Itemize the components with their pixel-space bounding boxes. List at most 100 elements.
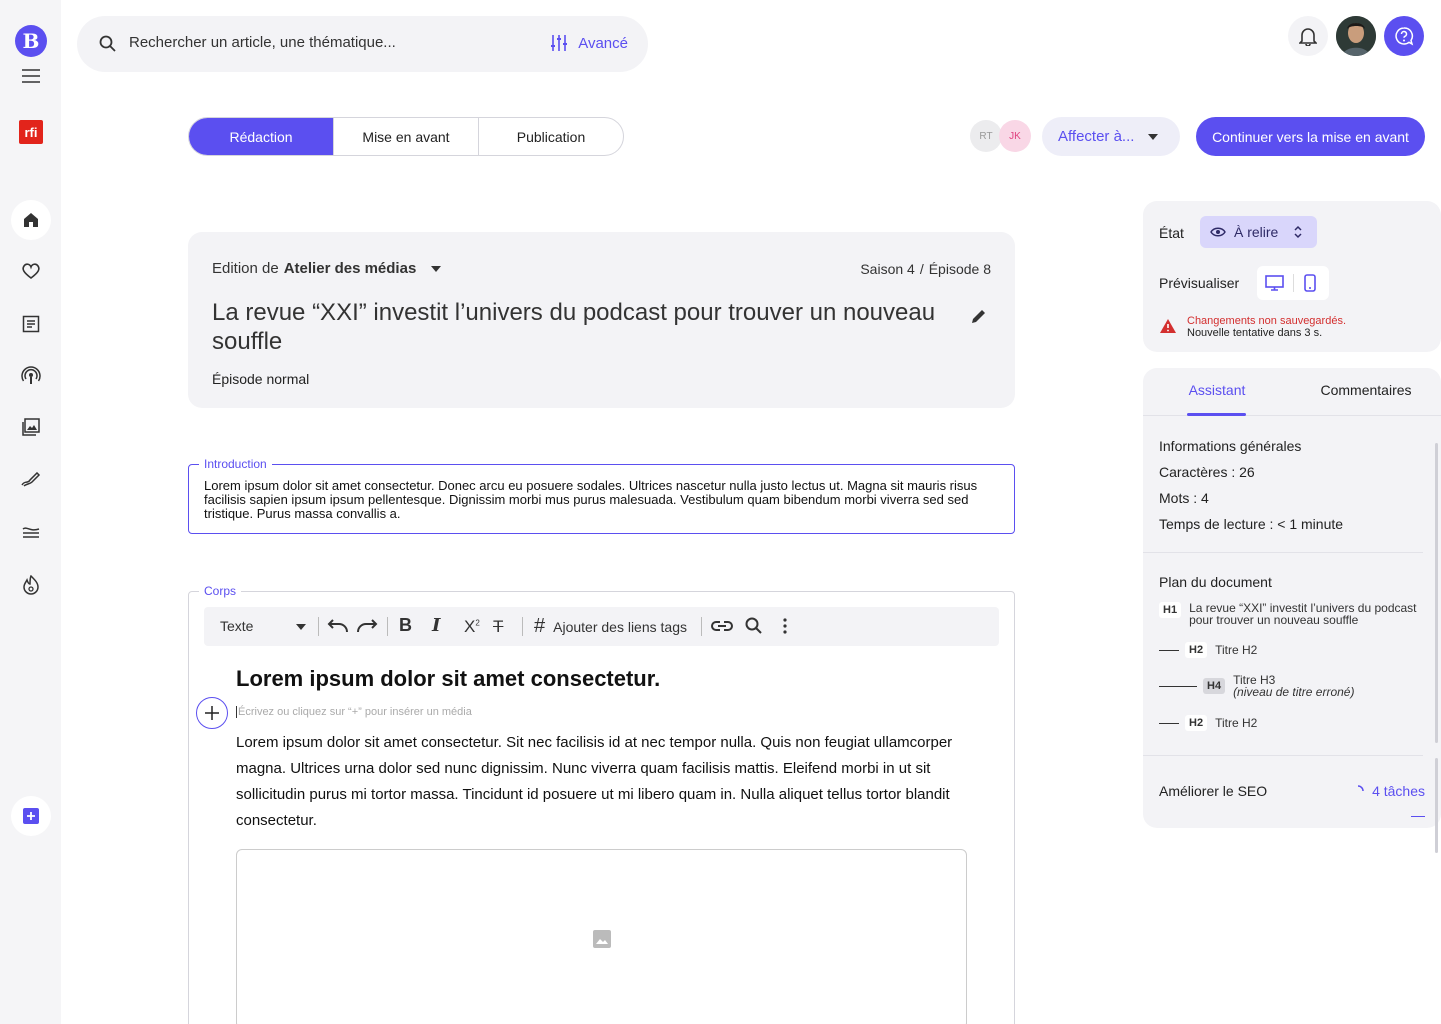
indent-line [1159, 649, 1179, 651]
assignee-avatar[interactable]: JK [999, 120, 1031, 152]
insert-media-button[interactable] [196, 697, 228, 729]
tab-publication[interactable]: Publication [479, 118, 623, 155]
hashtag-icon: # [534, 615, 546, 637]
media-placeholder[interactable] [236, 849, 967, 1024]
italic-icon[interactable]: I [432, 615, 440, 636]
introduction-field[interactable]: Introduction Lorem ipsum dolor sit amet … [188, 457, 1015, 534]
editor-toolbar: Texte B I X2 T # Ajouter des liens tags [204, 607, 999, 646]
season: Saison 4 [860, 261, 915, 277]
article-icon[interactable] [11, 304, 51, 344]
indent-line [1159, 685, 1197, 687]
preview-label: Prévisualiser [1159, 275, 1240, 291]
add-content-icon[interactable] [11, 796, 51, 836]
seo-tasks-button[interactable]: 4 tâches [1352, 783, 1425, 799]
plan-item-text: Titre H2 [1215, 643, 1258, 657]
caret-down-icon [1148, 134, 1158, 140]
avatar[interactable] [1336, 16, 1376, 56]
scrollbar[interactable] [1435, 443, 1438, 743]
plan-item[interactable]: H2 Titre H2 [1159, 642, 1257, 658]
link-icon[interactable] [711, 619, 733, 633]
podcast-icon[interactable] [11, 356, 51, 396]
info-title: Informations générales [1159, 438, 1302, 454]
undo-icon[interactable] [327, 619, 349, 633]
assistant-panel: Assistant Commentaires Informations géné… [1143, 368, 1441, 853]
episode: Épisode 8 [928, 261, 991, 277]
state-select[interactable]: À relire [1200, 216, 1317, 248]
signature-icon[interactable] [11, 460, 51, 500]
plus-icon [205, 706, 219, 720]
article-title: La revue “XXI” investit l’univers du pod… [212, 299, 936, 355]
chevron-updown-icon [1294, 225, 1302, 239]
redo-icon[interactable] [356, 619, 378, 633]
assign-dropdown[interactable]: Affecter à... [1042, 117, 1180, 156]
body-paragraph[interactable]: Lorem ipsum dolor sit amet consectetur. … [236, 730, 956, 834]
mobile-icon[interactable] [1304, 274, 1316, 292]
scrollbar[interactable] [1435, 758, 1438, 853]
brand-logo[interactable]: rfi [19, 120, 43, 144]
edition-selector[interactable]: Edition de Atelier des médias [212, 260, 442, 277]
warning-icon [1160, 319, 1176, 333]
add-tags-button[interactable]: # Ajouter des liens tags [534, 615, 687, 638]
edit-pencil-icon[interactable] [971, 308, 987, 324]
episode-type: Épisode normal [212, 371, 310, 387]
char-count: Caractères : 26 [1159, 464, 1255, 480]
separator: / [919, 261, 924, 277]
notifications-button[interactable] [1288, 16, 1328, 56]
superscript-icon[interactable]: X2 [464, 617, 480, 637]
search-input[interactable] [129, 34, 529, 51]
plan-item-note: (niveau de titre erroné) [1233, 685, 1355, 699]
image-icon [593, 930, 611, 948]
plan-item[interactable]: H4 Titre H3 (niveau de titre erroné) [1159, 674, 1354, 698]
section-divider [1143, 755, 1423, 756]
format-select[interactable]: Texte [220, 618, 306, 634]
save-warning: Changements non sauvegardés. Nouvelle te… [1187, 315, 1346, 339]
body-heading[interactable]: Lorem ipsum dolor sit amet consectetur. [236, 666, 660, 692]
tab-redaction[interactable]: Rédaction [189, 118, 334, 155]
assign-label: Affecter à... [1058, 128, 1135, 145]
clear-format-icon[interactable]: T [493, 617, 503, 637]
toolbar-divider [701, 617, 702, 636]
tab-commentaires[interactable]: Commentaires [1291, 382, 1441, 398]
plan-item[interactable]: H2 Titre H2 [1159, 715, 1257, 731]
home-icon[interactable] [11, 200, 51, 240]
body-label: Corps [199, 584, 242, 598]
menu-icon[interactable] [11, 56, 51, 96]
media-library-icon[interactable] [11, 407, 51, 447]
seo-label: Améliorer le SEO [1159, 783, 1268, 799]
bold-icon[interactable]: B [399, 615, 412, 636]
user-photo-icon [1336, 16, 1376, 56]
continue-button[interactable]: Continuer vers la mise en avant [1196, 117, 1425, 156]
fire-icon[interactable] [11, 565, 51, 605]
desktop-icon[interactable] [1265, 275, 1284, 291]
help-button[interactable] [1384, 16, 1424, 56]
workflow-tabs: Rédaction Mise en avant Publication [188, 117, 624, 156]
tab-assistant[interactable]: Assistant [1143, 382, 1291, 398]
word-count: Mots : 4 [1159, 490, 1209, 506]
sidebar: B rfi [0, 0, 61, 1024]
assignee-avatar[interactable]: RT [970, 120, 1002, 152]
collapse-indicator[interactable] [1411, 816, 1425, 817]
toolbar-divider [387, 617, 388, 636]
tab-mise-en-avant[interactable]: Mise en avant [334, 118, 479, 155]
more-options-icon[interactable] [783, 618, 787, 634]
state-label: État [1159, 225, 1184, 241]
plan-item[interactable]: H1 La revue “XXI” investit l’univers du … [1159, 602, 1419, 626]
bell-icon [1299, 28, 1317, 46]
heart-icon[interactable] [11, 251, 51, 291]
introduction-text[interactable]: Lorem ipsum dolor sit amet consectetur. … [204, 479, 984, 521]
format-select-value: Texte [220, 618, 254, 634]
plan-item-text: Titre H3 (niveau de titre erroné) [1233, 674, 1354, 698]
assistant-tabs: Assistant Commentaires [1143, 368, 1441, 416]
edition-name: Atelier des médias [283, 260, 417, 277]
advanced-search-button[interactable]: Avancé [550, 34, 628, 52]
search-icon[interactable] [745, 617, 763, 635]
toolbar-divider [522, 617, 523, 636]
seo-tasks-count: 4 tâches [1372, 783, 1425, 799]
waves-icon[interactable] [11, 512, 51, 552]
body-editor: Corps Texte B I X2 T # Ajouter des liens… [188, 584, 1015, 1024]
filter-sliders-icon [551, 35, 568, 51]
eye-icon [1210, 227, 1226, 237]
app-logo[interactable]: B [15, 25, 47, 57]
insert-media-placeholder[interactable]: Écrivez ou cliquez sur “+” pour insérer … [236, 706, 472, 718]
plan-item-text: La revue “XXI” investit l’univers du pod… [1189, 601, 1417, 627]
